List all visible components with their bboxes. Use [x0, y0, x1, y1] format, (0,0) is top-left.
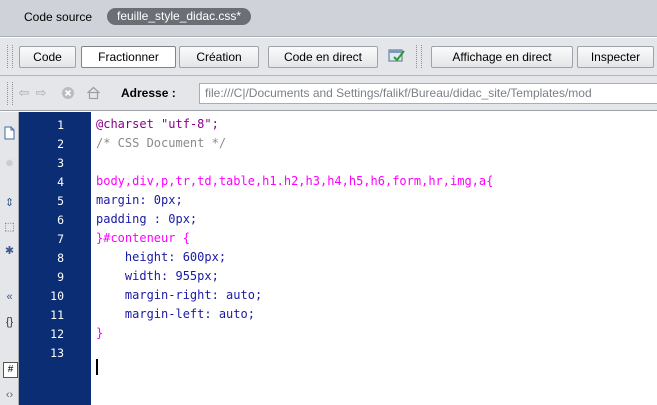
line-number: 4 [57, 175, 64, 189]
code-line-margin-right[interactable]: margin-right: auto; [96, 288, 262, 302]
line-number: 10 [50, 289, 64, 303]
live-code-button[interactable]: Code en direct [268, 46, 378, 68]
line-number: 7 [57, 232, 64, 246]
inspect-button[interactable]: Inspecter [577, 46, 654, 68]
address-bar: ⇦ ⇨ Adresse : file:///C|/Documents and S… [0, 76, 657, 111]
line-number: 5 [57, 194, 64, 208]
arrow-icon[interactable]: « [3, 290, 16, 304]
live-view-button[interactable]: Affichage en direct [431, 46, 573, 68]
toolbar-grip[interactable] [7, 45, 13, 68]
css-file-tab[interactable]: feuille_style_didac.css* [107, 8, 252, 25]
collapse-icon[interactable]: ⇕ [3, 196, 16, 210]
line-number: 8 [57, 251, 64, 265]
address-grip[interactable] [7, 82, 13, 105]
line-number: 6 [57, 213, 64, 227]
code-line-comment[interactable]: /* CSS Document */ [96, 136, 226, 150]
line-number: 2 [57, 137, 64, 151]
code-editor[interactable]: @charset "utf-8"; /* CSS Document */ bod… [91, 112, 657, 405]
forward-icon[interactable]: ⇨ [34, 86, 48, 100]
line-number: 13 [50, 346, 64, 360]
design-view-button[interactable]: Création [179, 46, 259, 68]
hash-icon[interactable]: # [3, 362, 18, 378]
line-number-gutter: 1 2 3 4 5 6 7 8 9 10 11 12 13 [19, 112, 91, 405]
text-caret [96, 359, 98, 375]
code-line-margin-left[interactable]: margin-left: auto; [96, 307, 255, 321]
code-view-button[interactable]: Code [19, 46, 76, 68]
line-number: 12 [50, 327, 64, 341]
toolbar-separator [416, 45, 422, 68]
code-line-close-brace[interactable]: } [96, 326, 103, 340]
code-line-padding[interactable]: padding : 0px; [96, 212, 197, 226]
address-input[interactable]: file:///C|/Documents and Settings/falikf… [199, 83, 657, 104]
code-line-conteneur-selector[interactable]: }#conteneur { [96, 231, 190, 245]
code-line-margin[interactable]: margin: 0px; [96, 193, 183, 207]
source-code-tab[interactable]: Code source [24, 10, 92, 24]
document-tab-bar: Code source feuille_style_didac.css* [0, 0, 657, 37]
code-line-width[interactable]: width: 955px; [96, 269, 219, 283]
sun-icon[interactable]: ✹ [3, 157, 16, 171]
line-number: 1 [57, 118, 64, 132]
document-icon[interactable] [3, 126, 16, 140]
braces-icon[interactable]: {} [3, 315, 16, 329]
stop-icon[interactable] [61, 86, 75, 100]
chevrons-icon[interactable]: ‹› [3, 388, 16, 402]
code-line-charset[interactable]: @charset "utf-8"; [96, 117, 219, 131]
document-toolbar: Code Fractionner Création Code en direct… [0, 38, 657, 76]
coding-toolbar: ✹ ⇕ ⬚ ✱ « {} # ‹› [0, 112, 19, 405]
code-line-height[interactable]: height: 600px; [96, 250, 226, 264]
back-icon[interactable]: ⇦ [17, 86, 31, 100]
line-number: 3 [57, 156, 64, 170]
home-icon[interactable] [86, 86, 100, 100]
expand-icon[interactable]: ⬚ [3, 220, 16, 234]
line-number: 11 [50, 308, 64, 322]
split-view-button[interactable]: Fractionner [81, 46, 176, 68]
check-browser-icon[interactable] [388, 48, 406, 64]
code-line-selector[interactable]: body,div,p,tr,td,table,h1.h2,h3,h4,h5,h6… [96, 174, 493, 188]
address-label: Adresse : [121, 86, 176, 100]
line-number: 9 [57, 270, 64, 284]
select-icon[interactable]: ✱ [3, 244, 16, 258]
